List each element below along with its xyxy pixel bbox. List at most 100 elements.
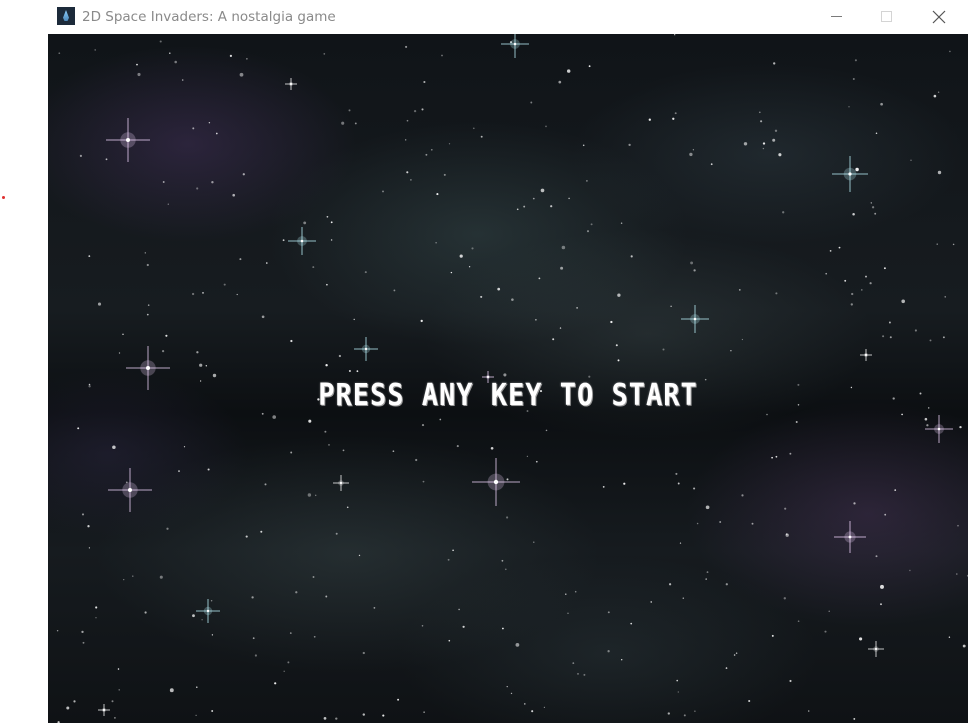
star-dot bbox=[362, 713, 365, 716]
star-dot bbox=[738, 289, 741, 291]
star-dot bbox=[87, 525, 90, 528]
star-dot bbox=[825, 272, 828, 275]
star-dot bbox=[942, 336, 945, 339]
star-dot bbox=[693, 269, 696, 272]
star-dot bbox=[869, 282, 872, 285]
star-dot bbox=[602, 485, 605, 488]
star-dot bbox=[530, 101, 533, 104]
star-dot bbox=[531, 710, 534, 713]
star-dot bbox=[677, 691, 679, 693]
star-dot bbox=[743, 142, 748, 146]
star-dot bbox=[783, 597, 786, 600]
star-dot bbox=[926, 424, 929, 427]
star-dot bbox=[261, 412, 264, 415]
star-dot bbox=[452, 549, 454, 552]
star-dot bbox=[261, 315, 265, 319]
star-dot bbox=[122, 333, 124, 335]
star-dot bbox=[690, 261, 694, 265]
star-dot bbox=[852, 213, 855, 216]
star-dot bbox=[870, 202, 872, 204]
star-dot bbox=[506, 516, 509, 519]
star-dot bbox=[405, 45, 408, 48]
star-dot bbox=[501, 627, 504, 630]
star-dot bbox=[245, 535, 248, 538]
star-dot bbox=[373, 607, 376, 609]
star-dot bbox=[538, 277, 541, 280]
star-dot bbox=[956, 573, 958, 575]
star-dot bbox=[884, 513, 887, 516]
star-dot bbox=[161, 349, 165, 353]
star-dot bbox=[167, 203, 169, 205]
star-dot bbox=[348, 109, 351, 112]
star-dot bbox=[535, 460, 538, 463]
star-dot bbox=[382, 714, 385, 717]
close-icon bbox=[932, 10, 946, 24]
star-dot bbox=[733, 654, 736, 656]
sparkle-star bbox=[860, 349, 872, 361]
star-dot bbox=[567, 612, 569, 614]
star-dot bbox=[323, 717, 327, 720]
star-dot bbox=[748, 699, 751, 703]
star-dot bbox=[236, 293, 238, 296]
star-dot bbox=[667, 712, 670, 715]
star-dot bbox=[146, 313, 149, 316]
minimize-button[interactable] bbox=[813, 0, 859, 34]
window-titlebar[interactable]: 2D Space Invaders: A nostalgia game bbox=[48, 0, 968, 34]
star-dot bbox=[312, 576, 315, 578]
star-dot bbox=[851, 292, 854, 296]
star-dot bbox=[251, 596, 254, 599]
star-dot bbox=[191, 292, 195, 296]
app-icon bbox=[57, 7, 75, 25]
star-dot bbox=[910, 159, 912, 161]
star-dot bbox=[117, 668, 120, 670]
star-dot bbox=[353, 318, 355, 321]
window-title: 2D Space Invaders: A nostalgia game bbox=[82, 9, 336, 25]
star-dot bbox=[422, 480, 425, 483]
star-dot bbox=[195, 714, 197, 717]
star-dot bbox=[364, 271, 367, 274]
game-canvas[interactable]: PRESS ANY KEY TO START bbox=[48, 34, 968, 723]
star-dot bbox=[88, 547, 91, 549]
star-dot bbox=[326, 283, 328, 286]
maximize-button[interactable] bbox=[863, 0, 909, 34]
star-dot bbox=[865, 275, 867, 278]
sparkle-star bbox=[832, 156, 868, 192]
star-dot bbox=[582, 144, 585, 147]
star-dot bbox=[944, 296, 946, 298]
star-dot bbox=[448, 143, 451, 145]
star-dot bbox=[621, 659, 623, 661]
star-dot bbox=[957, 524, 959, 527]
star-dot bbox=[859, 637, 863, 641]
star-dot bbox=[901, 413, 903, 416]
star-dot bbox=[838, 246, 841, 249]
star-dot bbox=[577, 672, 579, 675]
star-dot bbox=[290, 451, 293, 454]
star-dot bbox=[330, 221, 333, 224]
star-dot bbox=[290, 339, 293, 343]
star-dot bbox=[741, 338, 744, 341]
star-dot bbox=[192, 127, 195, 130]
star-dot bbox=[205, 365, 207, 367]
star-dot bbox=[933, 94, 937, 98]
star-dot bbox=[850, 303, 853, 306]
star-dot bbox=[705, 578, 707, 580]
star-dot bbox=[853, 717, 856, 720]
star-dot bbox=[543, 706, 546, 709]
close-button[interactable] bbox=[916, 0, 962, 34]
star-dot bbox=[937, 91, 940, 94]
star-dot bbox=[287, 661, 290, 664]
sparkle-star bbox=[106, 118, 150, 162]
star-dot bbox=[436, 193, 439, 196]
star-dot bbox=[741, 494, 744, 497]
sparkle-star bbox=[501, 34, 529, 58]
star-dot bbox=[882, 335, 885, 338]
star-dot bbox=[207, 468, 210, 471]
star-dot bbox=[354, 122, 357, 125]
star-dot bbox=[762, 147, 765, 150]
star-dot bbox=[674, 112, 677, 115]
star-dot bbox=[146, 263, 149, 267]
star-dot bbox=[679, 542, 682, 544]
star-dot bbox=[565, 593, 567, 595]
star-dot bbox=[95, 617, 97, 619]
star-dot bbox=[874, 212, 877, 215]
